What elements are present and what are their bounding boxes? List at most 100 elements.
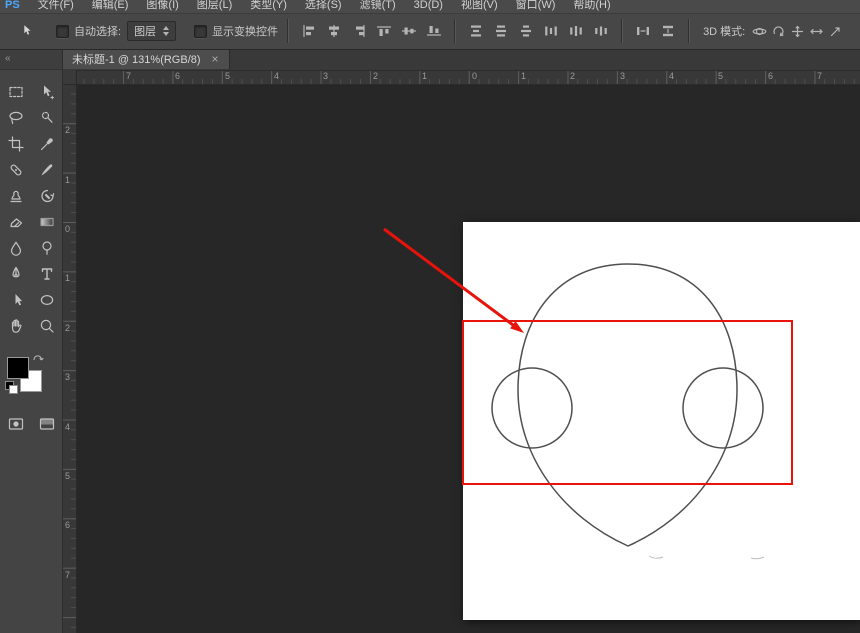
blur-tool[interactable] (5, 237, 27, 259)
menu-bar: PS 文件(F) 编辑(E) 图像(I) 图层(L) 类型(Y) 选择(S) 滤… (0, 0, 860, 14)
menu-edit[interactable]: 编辑(E) (83, 0, 138, 13)
quick-selection-tool[interactable] (36, 107, 58, 129)
move-tool[interactable] (36, 81, 58, 103)
distribute-bottom-edges-icon[interactable] (514, 21, 537, 41)
brush-tool[interactable] (36, 159, 58, 181)
separator (621, 19, 622, 43)
tools-collapse-icon[interactable]: « (0, 49, 62, 70)
dodge-tool[interactable] (36, 237, 58, 259)
separator (688, 19, 689, 43)
auto-select-label: 自动选择: (74, 23, 121, 39)
screen-mode-button[interactable] (36, 413, 58, 435)
swap-colors-icon[interactable] (32, 349, 44, 367)
ruler-v-label: 1 (65, 273, 70, 283)
ruler-h-label: 7 (817, 71, 822, 81)
menu-file[interactable]: 文件(F) (29, 0, 83, 13)
lasso-tool[interactable] (5, 107, 27, 129)
path-selection-tool[interactable] (5, 289, 27, 311)
horizontal-type-tool[interactable] (36, 263, 58, 285)
ruler-v-label: 5 (65, 471, 70, 481)
menu-select[interactable]: 选择(S) (296, 0, 351, 13)
ruler-h-label: 3 (620, 71, 625, 81)
distribute-icons-group (464, 21, 612, 41)
quick-mask-mode-button[interactable] (5, 413, 27, 435)
foreground-color-swatch[interactable] (7, 357, 29, 379)
3d-roll-icon[interactable] (770, 22, 787, 40)
clone-stamp-tool[interactable] (5, 185, 27, 207)
ruler-v-label: 1 (65, 175, 70, 185)
crop-tool[interactable] (5, 133, 27, 155)
tools-bottom (0, 413, 62, 435)
separator (454, 19, 455, 43)
align-top-edges-icon[interactable] (372, 21, 395, 41)
zoom-tool[interactable] (36, 315, 58, 337)
default-colors-icon[interactable] (5, 381, 18, 394)
ruler-h-label: 0 (472, 71, 477, 81)
ruler-v-label: 2 (65, 323, 70, 333)
menu-3d[interactable]: 3D(D) (405, 0, 452, 13)
3d-pan-icon[interactable] (789, 22, 806, 40)
color-swatches[interactable] (5, 347, 51, 397)
move-tool-preset-icon[interactable] (16, 21, 38, 41)
tab-close-icon[interactable]: × (212, 53, 219, 65)
align-horizontal-centers-icon[interactable] (322, 21, 345, 41)
distribute-vertical-centers-icon[interactable] (489, 21, 512, 41)
spacing-icons-group (631, 21, 679, 41)
menu-view[interactable]: 视图(V) (452, 0, 507, 13)
3d-zoom-icon[interactable] (827, 22, 844, 40)
distribute-left-edges-icon[interactable] (539, 21, 562, 41)
horizontal-ruler[interactable]: 7 6 5 4 3 2 1 0 1 2 3 4 5 6 7 (76, 70, 860, 85)
ruler-h-label: 4 (669, 71, 674, 81)
ellipse-shape-tool[interactable] (36, 289, 58, 311)
sketch-mark (649, 556, 663, 558)
align-bottom-edges-icon[interactable] (422, 21, 445, 41)
menu-window[interactable]: 窗口(W) (507, 0, 565, 13)
pen-tool[interactable] (5, 263, 27, 285)
mode-3d-label: 3D 模式: (703, 23, 745, 39)
align-left-edges-icon[interactable] (297, 21, 320, 41)
auto-select-checkbox[interactable] (56, 25, 69, 38)
ruler-h-label: 2 (373, 71, 378, 81)
auto-select-target-dropdown[interactable]: 图层 (127, 21, 176, 41)
menu-layer[interactable]: 图层(L) (188, 0, 241, 13)
ruler-h-label: 3 (323, 71, 328, 81)
vertical-ruler[interactable]: 2 1 0 1 2 3 4 5 6 7 (62, 84, 77, 633)
ruler-h-label: 5 (718, 71, 723, 81)
menu-help[interactable]: 帮助(H) (564, 0, 619, 13)
auto-select-target-value: 图层 (134, 23, 156, 39)
distribute-vertical-spacing-icon[interactable] (656, 21, 679, 41)
show-transform-checkbox[interactable] (194, 25, 207, 38)
history-brush-tool[interactable] (36, 185, 58, 207)
distribute-horizontal-centers-icon[interactable] (564, 21, 587, 41)
tools-panel: « (0, 49, 63, 633)
menu-image[interactable]: 图像(I) (137, 0, 187, 13)
ruler-v-label: 3 (65, 372, 70, 382)
rectangular-marquee-tool[interactable] (5, 81, 27, 103)
document-tab[interactable]: 未标题-1 @ 131%(RGB/8) × (62, 49, 230, 69)
document-tab-bar: 未标题-1 @ 131%(RGB/8) × (62, 49, 860, 71)
separator (287, 19, 288, 43)
3d-slide-icon[interactable] (808, 22, 825, 40)
eraser-tool[interactable] (5, 211, 27, 233)
distribute-right-edges-icon[interactable] (589, 21, 612, 41)
dropdown-arrows-icon (163, 26, 169, 36)
photoshop-logo: PS (0, 0, 29, 13)
eyedropper-tool[interactable] (36, 133, 58, 155)
mode-3d-icons-group (751, 22, 844, 40)
3d-orbit-icon[interactable] (751, 22, 768, 40)
align-right-edges-icon[interactable] (347, 21, 370, 41)
menu-filter[interactable]: 滤镜(T) (351, 0, 405, 13)
distribute-horizontal-spacing-icon[interactable] (631, 21, 654, 41)
hand-tool[interactable] (5, 315, 27, 337)
menu-type[interactable]: 类型(Y) (241, 0, 296, 13)
canvas-area[interactable] (76, 84, 860, 633)
ruler-h-label: 4 (274, 71, 279, 81)
document-tab-title: 未标题-1 @ 131%(RGB/8) (72, 51, 201, 67)
ruler-h-label: 5 (225, 71, 230, 81)
ruler-origin-corner[interactable] (62, 70, 77, 85)
align-vertical-centers-icon[interactable] (397, 21, 420, 41)
spot-healing-brush-tool[interactable] (5, 159, 27, 181)
gradient-tool[interactable] (36, 211, 58, 233)
distribute-top-edges-icon[interactable] (464, 21, 487, 41)
ruler-h-label: 1 (521, 71, 526, 81)
